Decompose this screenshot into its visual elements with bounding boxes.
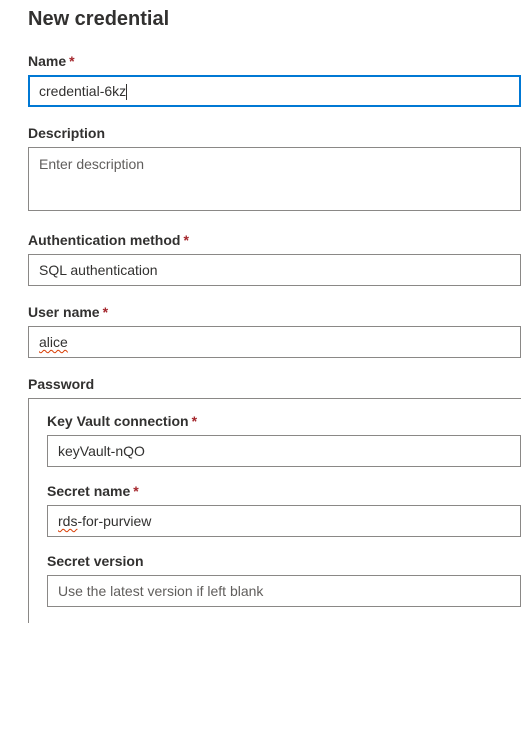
key-vault-label: Key Vault connection* — [47, 413, 521, 429]
key-vault-label-text: Key Vault connection — [47, 413, 189, 429]
secret-name-value-prefix: rds — [58, 513, 77, 529]
description-label: Description — [28, 125, 521, 141]
username-input-value: alice — [39, 334, 68, 350]
field-name: Name* credential-6kz — [28, 53, 521, 107]
field-secret-version: Secret version Use the latest version if… — [47, 553, 521, 607]
secret-version-input[interactable]: Use the latest version if left blank — [47, 575, 521, 607]
auth-method-label: Authentication method* — [28, 232, 521, 248]
secret-name-label-text: Secret name — [47, 483, 130, 499]
required-indicator: * — [133, 483, 138, 499]
key-vault-select[interactable]: keyVault-nQO — [47, 435, 521, 467]
auth-method-select[interactable]: SQL authentication — [28, 254, 521, 286]
field-auth-method: Authentication method* SQL authenticatio… — [28, 232, 521, 286]
username-label: User name* — [28, 304, 521, 320]
field-password-group: Password Key Vault connection* keyVault-… — [28, 376, 521, 623]
required-indicator: * — [192, 413, 197, 429]
secret-version-label: Secret version — [47, 553, 521, 569]
field-username: User name* alice — [28, 304, 521, 358]
field-description: Description — [28, 125, 521, 214]
name-input-value: credential-6kz — [39, 83, 126, 99]
secret-version-placeholder: Use the latest version if left blank — [58, 583, 263, 599]
name-label-text: Name — [28, 53, 66, 69]
username-input[interactable]: alice — [28, 326, 521, 358]
auth-method-label-text: Authentication method — [28, 232, 180, 248]
description-input[interactable] — [28, 147, 521, 211]
name-input[interactable]: credential-6kz — [28, 75, 521, 107]
panel-title: New credential — [28, 8, 521, 31]
password-group-box: Key Vault connection* keyVault-nQO Secre… — [28, 398, 521, 623]
secret-name-input[interactable]: rds-for-purview — [47, 505, 521, 537]
required-indicator: * — [183, 232, 188, 248]
required-indicator: * — [103, 304, 108, 320]
text-caret — [126, 84, 127, 100]
password-label: Password — [28, 376, 521, 392]
field-key-vault: Key Vault connection* keyVault-nQO — [47, 413, 521, 467]
name-label: Name* — [28, 53, 521, 69]
secret-name-label: Secret name* — [47, 483, 521, 499]
required-indicator: * — [69, 53, 74, 69]
field-secret-name: Secret name* rds-for-purview — [47, 483, 521, 537]
username-label-text: User name — [28, 304, 100, 320]
secret-name-value-suffix: -for-purview — [77, 513, 151, 529]
